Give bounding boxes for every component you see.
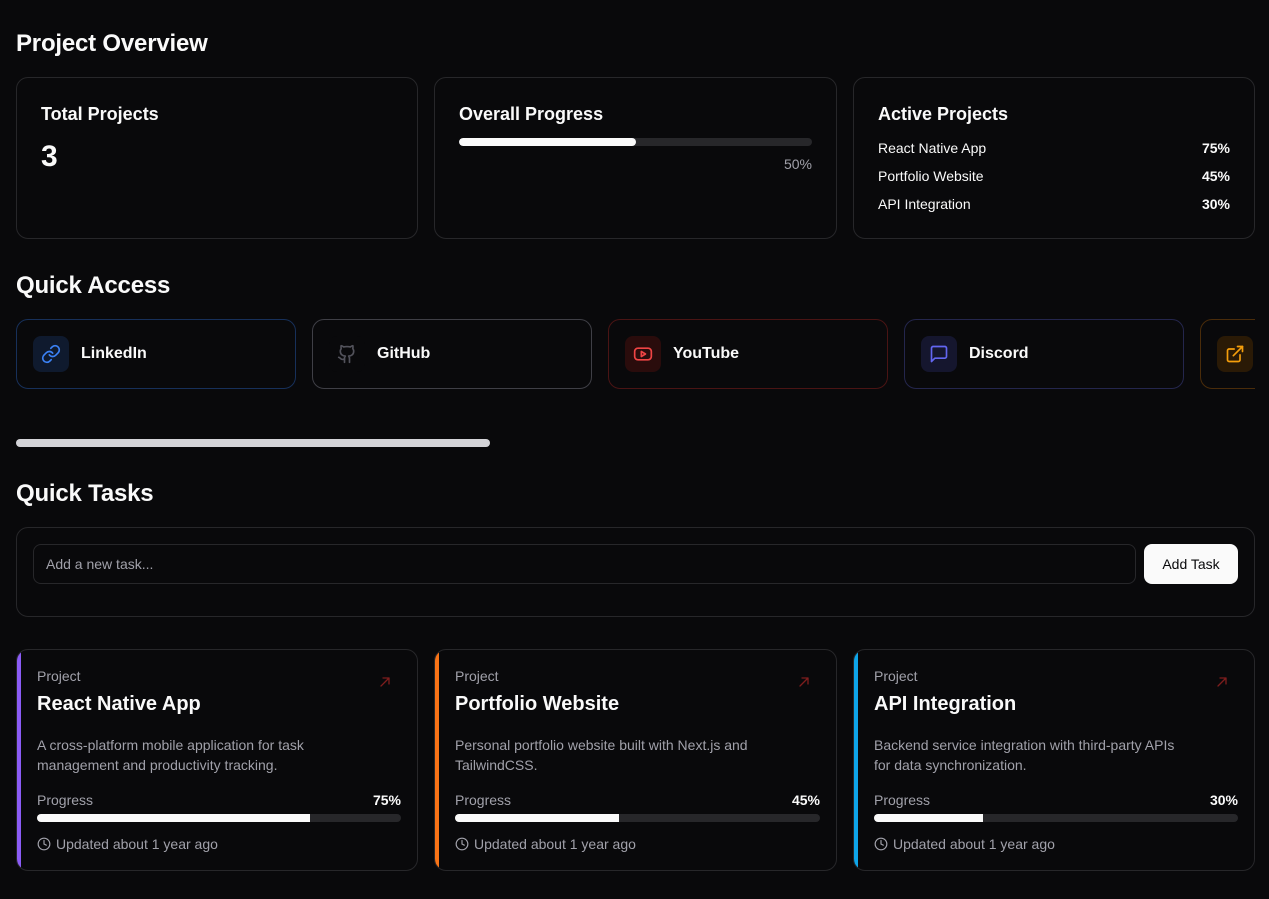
active-project-row[interactable]: React Native App 75% <box>878 140 1230 156</box>
project-description: A cross-platform mobile application for … <box>37 737 304 773</box>
quick-access-carousel: LinkedIn GitHub YouTube Discord <box>16 300 1255 410</box>
project-description: Backend service integration with third-p… <box>874 737 1175 773</box>
quick-link-linkedin[interactable]: LinkedIn <box>16 319 296 389</box>
arrow-up-right-icon[interactable] <box>1216 676 1228 688</box>
total-projects-card: Total Projects 3 <box>16 77 418 239</box>
quick-link-external[interactable] <box>1200 319 1255 389</box>
project-updated-text: Updated about 1 year ago <box>893 836 1055 852</box>
message-square-icon <box>921 336 957 372</box>
overall-progress-fill <box>459 138 636 146</box>
project-kicker: Project <box>455 668 499 684</box>
quick-link-label: Discord <box>969 345 1029 362</box>
active-project-percent: 45% <box>1201 168 1230 184</box>
overall-progress-percent: 50% <box>783 156 812 172</box>
new-task-input[interactable] <box>33 544 1136 584</box>
active-project-row[interactable]: API Integration 30% <box>878 196 1230 212</box>
active-projects-label: Active Projects <box>878 104 1009 124</box>
active-project-percent: 30% <box>1201 196 1230 212</box>
total-projects-label: Total Projects <box>41 104 159 124</box>
project-updated: Updated about 1 year ago <box>37 836 218 852</box>
project-accent-bar <box>435 650 439 870</box>
quick-link-label: GitHub <box>377 345 431 362</box>
project-progress-label: Progress <box>874 792 931 808</box>
arrow-up-right-icon[interactable] <box>379 676 391 688</box>
quick-tasks-title: Quick Tasks <box>16 480 154 507</box>
quick-access-title: Quick Access <box>16 272 171 299</box>
clock-icon <box>37 837 51 851</box>
project-overview-title: Project Overview <box>16 30 208 57</box>
quick-link-discord[interactable]: Discord <box>904 319 1184 389</box>
quick-tasks-card: Add Task <box>16 527 1255 617</box>
project-accent-bar <box>854 650 858 870</box>
project-progress-bar <box>455 814 820 822</box>
clock-icon <box>874 837 888 851</box>
clock-icon <box>455 837 469 851</box>
project-progress-label: Progress <box>455 792 512 808</box>
project-progress-bar <box>37 814 401 822</box>
project-card[interactable]: Project React Native App A cross-platfor… <box>16 649 418 871</box>
project-progress-bar <box>874 814 1238 822</box>
quick-link-github[interactable]: GitHub <box>312 319 592 389</box>
project-name: API Integration <box>874 693 1017 715</box>
project-name: Portfolio Website <box>455 693 620 715</box>
project-progress-fill <box>455 814 620 822</box>
active-projects-card: Active Projects React Native App 75% Por… <box>853 77 1255 239</box>
overall-progress-bar <box>459 138 812 146</box>
project-progress-percent: 75% <box>372 792 401 808</box>
active-project-name: Portfolio Website <box>878 168 984 184</box>
project-updated-text: Updated about 1 year ago <box>474 836 636 852</box>
overall-progress-label: Overall Progress <box>459 104 604 124</box>
project-progress-fill <box>37 814 310 822</box>
active-project-percent: 75% <box>1201 140 1230 156</box>
quick-link-label: YouTube <box>673 345 740 362</box>
project-name: React Native App <box>37 693 201 715</box>
active-project-name: React Native App <box>878 140 987 156</box>
project-progress-percent: 45% <box>791 792 820 808</box>
project-progress-label: Progress <box>37 792 94 808</box>
project-kicker: Project <box>37 668 81 684</box>
project-accent-bar <box>17 650 21 870</box>
quick-link-youtube[interactable]: YouTube <box>608 319 888 389</box>
link-icon <box>33 336 69 372</box>
overall-progress-card: Overall Progress 50% <box>434 77 837 239</box>
project-progress-fill <box>874 814 984 822</box>
add-task-button[interactable]: Add Task <box>1144 544 1238 584</box>
github-icon <box>329 336 365 372</box>
active-project-row[interactable]: Portfolio Website 45% <box>878 168 1230 184</box>
arrow-up-right-icon[interactable] <box>798 676 810 688</box>
project-card[interactable]: Project Portfolio Website Personal portf… <box>434 649 837 871</box>
youtube-icon <box>625 336 661 372</box>
active-project-name: API Integration <box>878 196 971 212</box>
quick-access-scrollbar[interactable] <box>16 439 490 447</box>
project-kicker: Project <box>874 668 918 684</box>
project-card[interactable]: Project API Integration Backend service … <box>853 649 1255 871</box>
project-updated: Updated about 1 year ago <box>455 836 636 852</box>
project-updated: Updated about 1 year ago <box>874 836 1055 852</box>
project-description: Personal portfolio website built with Ne… <box>455 737 748 773</box>
quick-link-label: LinkedIn <box>81 345 147 362</box>
total-projects-value: 3 <box>41 140 58 173</box>
project-updated-text: Updated about 1 year ago <box>56 836 218 852</box>
external-link-icon <box>1217 336 1253 372</box>
project-progress-percent: 30% <box>1209 792 1238 808</box>
